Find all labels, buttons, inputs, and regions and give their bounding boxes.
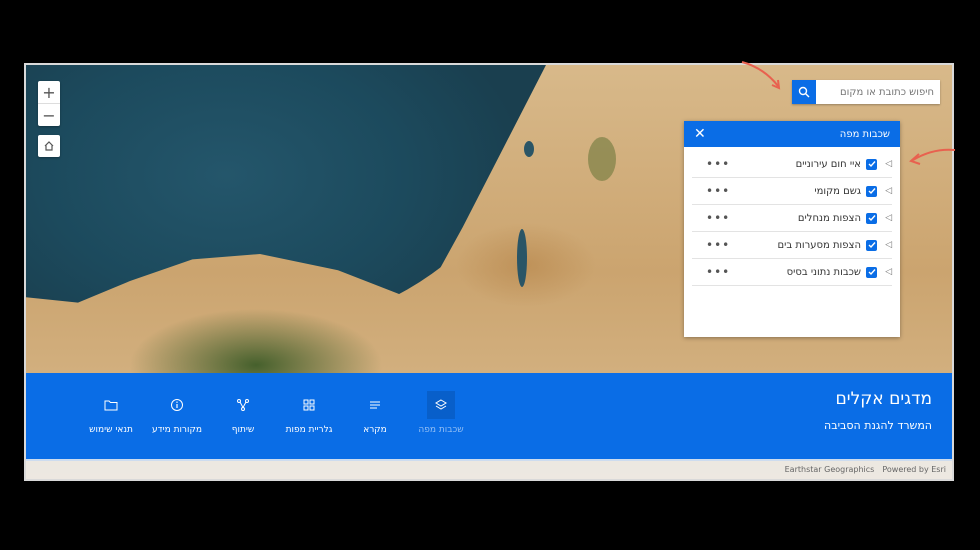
check-icon [868,269,876,276]
chevron-left-icon[interactable]: ◁ [882,213,892,223]
check-icon [868,242,876,249]
attribution-source: Earthstar Geographics [784,464,875,474]
app-frame: + − שכבות מפה ✕ ◁ איי חום עירוניים ••• ◁… [24,63,954,481]
annotation-arrow-icon [909,148,956,165]
layer-item[interactable]: ◁ איי חום עירוניים ••• [692,151,892,178]
app-title: מדגים אקלים [835,389,933,409]
app-header-band: מדגים אקלים המשרד להגנת הסביבה תנאי שימו… [26,373,952,461]
app-subtitle: המשרד להגנת הסביבה [824,419,932,432]
toolbar-item-label: מקורות מידע [152,425,202,435]
gallery-icon [295,391,323,419]
toolbar-item-share[interactable]: שיתוף [210,391,276,435]
search-input[interactable] [816,80,940,104]
layer-item[interactable]: ◁ הצפות מסערות בים ••• [692,232,892,259]
toolbar-item-terms[interactable]: תנאי שימוש [78,391,144,435]
search-button[interactable] [792,80,816,104]
zoom-control: + − [38,81,60,126]
sea-area [26,65,546,303]
toolbar-item-label: מקרא [363,425,387,435]
layer-item[interactable]: ◁ הצפות מנחלים ••• [692,205,892,232]
search-bar [792,80,940,104]
search-icon [798,86,810,98]
layer-label: הצפות מסערות בים [777,239,861,251]
layers-icon [427,391,455,419]
layer-label: איי חום עירוניים [795,158,861,170]
chevron-left-icon[interactable]: ◁ [882,240,892,250]
chevron-left-icon[interactable]: ◁ [882,267,892,277]
layer-checkbox[interactable] [866,158,877,170]
close-icon[interactable]: ✕ [694,127,706,141]
layer-item[interactable]: ◁ שכבות נתוני בסיס ••• [692,259,892,286]
layer-options-button[interactable]: ••• [692,265,730,279]
oasis-area [588,137,616,181]
chevron-left-icon[interactable]: ◁ [882,159,892,169]
toolbar-item-legend[interactable]: מקרא [342,391,408,435]
layer-label: גשם מקומי [814,185,861,197]
share-icon [229,391,257,419]
layer-label: שכבות נתוני בסיס [786,266,861,278]
layer-options-button[interactable]: ••• [692,184,730,198]
layer-checkbox[interactable] [866,185,877,197]
chevron-left-icon[interactable]: ◁ [882,186,892,196]
toolbar-item-layers[interactable]: שכבות מפה [408,391,474,435]
check-icon [868,188,876,195]
zoom-in-button[interactable]: + [38,81,60,103]
check-icon [868,215,876,222]
info-icon [163,391,191,419]
home-icon [44,141,54,151]
home-button[interactable] [38,135,60,157]
layer-options-button[interactable]: ••• [692,211,730,225]
layer-checkbox[interactable] [866,212,877,224]
dead-sea [517,229,527,287]
annotation-arrow-icon [741,61,781,90]
layer-options-button[interactable]: ••• [692,157,730,171]
layer-options-button[interactable]: ••• [692,238,730,252]
attribution-powered[interactable]: Powered by Esri [882,465,946,474]
zoom-out-button[interactable]: − [38,103,60,126]
layer-checkbox[interactable] [866,239,877,251]
toolbar: תנאי שימוש מקורות מידע שיתוף גלריית מפות… [78,391,474,435]
toolbar-item-sources[interactable]: מקורות מידע [144,391,210,435]
layer-checkbox[interactable] [866,266,877,278]
toolbar-item-label: שיתוף [231,425,255,435]
layer-panel-title: שכבות מפה [839,128,890,140]
check-icon [868,161,876,168]
layer-list: ◁ איי חום עירוניים ••• ◁ גשם מקומי ••• ◁… [684,147,900,290]
legend-icon [361,391,389,419]
layer-item[interactable]: ◁ גשם מקומי ••• [692,178,892,205]
toolbar-item-gallery[interactable]: גלריית מפות [276,391,342,435]
layer-label: הצפות מנחלים [797,212,861,224]
layer-panel-header: שכבות מפה ✕ [684,121,900,147]
folder-icon [97,391,125,419]
map-attribution: Earthstar Geographics Powered by Esri [26,459,952,479]
layer-list-panel: שכבות מפה ✕ ◁ איי חום עירוניים ••• ◁ גשם… [684,121,900,337]
toolbar-item-label: תנאי שימוש [89,425,133,435]
toolbar-item-label: גלריית מפות [285,425,333,435]
lake-kinneret [524,141,534,157]
toolbar-item-label: שכבות מפה [418,425,464,435]
